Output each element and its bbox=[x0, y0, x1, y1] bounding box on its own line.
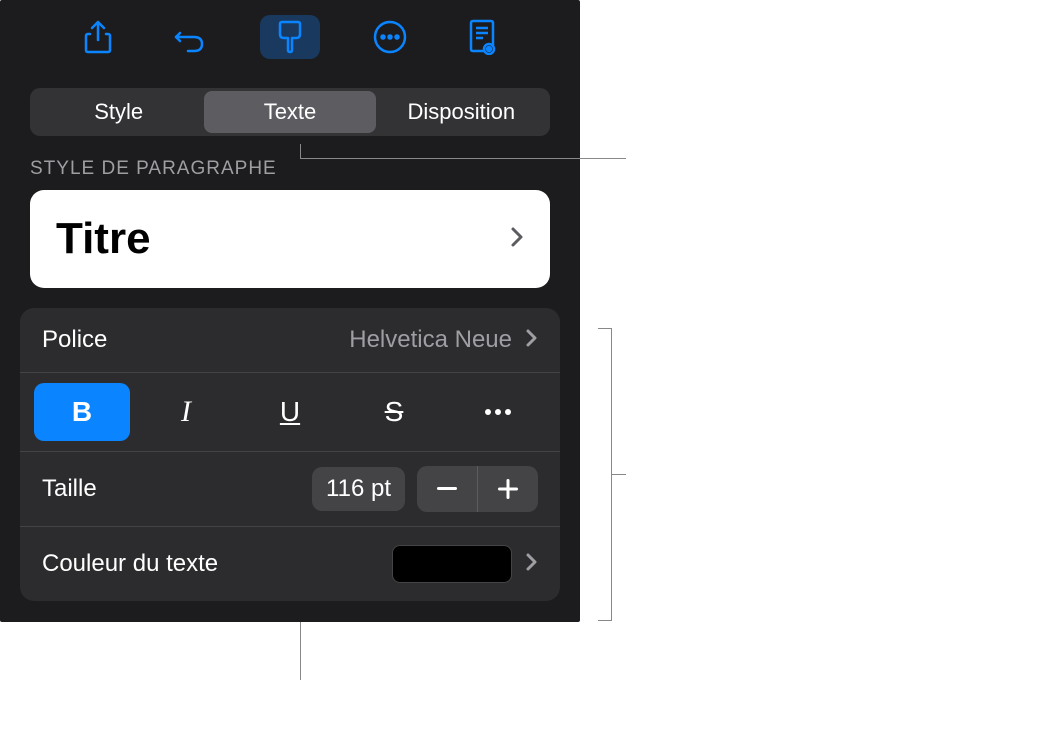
font-value: Helvetica Neue bbox=[349, 326, 512, 354]
callout-bracket bbox=[598, 328, 612, 621]
callout-line bbox=[300, 622, 301, 680]
tab-layout[interactable]: Disposition bbox=[376, 91, 547, 133]
font-label: Police bbox=[42, 326, 107, 354]
italic-label: I bbox=[181, 395, 191, 429]
text-color-row[interactable]: Couleur du texte bbox=[20, 527, 560, 601]
paragraph-style-selector[interactable]: Titre bbox=[30, 190, 550, 288]
undo-icon[interactable] bbox=[168, 15, 212, 59]
size-value[interactable]: 116 pt bbox=[312, 467, 405, 511]
text-color-label: Couleur du texte bbox=[42, 550, 218, 578]
paragraph-style-header: STYLE DE PARAGRAPHE bbox=[0, 144, 580, 190]
color-swatch[interactable] bbox=[392, 545, 512, 583]
bold-label: B bbox=[72, 396, 92, 428]
underline-button[interactable]: U bbox=[242, 383, 338, 441]
underline-label: U bbox=[280, 396, 300, 428]
toolbar bbox=[0, 0, 580, 74]
tab-style[interactable]: Style bbox=[33, 91, 204, 133]
format-brush-icon[interactable] bbox=[260, 15, 320, 59]
format-panel: Style Texte Disposition STYLE DE PARAGRA… bbox=[0, 0, 580, 622]
size-label: Taille bbox=[42, 475, 97, 503]
strikethrough-button[interactable]: S bbox=[346, 383, 442, 441]
text-settings-group: Police Helvetica Neue B I U S bbox=[20, 308, 560, 601]
font-row[interactable]: Police Helvetica Neue bbox=[20, 308, 560, 373]
bold-button[interactable]: B bbox=[34, 383, 130, 441]
paragraph-style-label: Titre bbox=[56, 214, 151, 264]
callout-line bbox=[612, 474, 626, 475]
document-view-icon[interactable] bbox=[460, 15, 504, 59]
callout-line bbox=[300, 158, 626, 159]
share-icon[interactable] bbox=[76, 15, 120, 59]
italic-button[interactable]: I bbox=[138, 383, 234, 441]
more-icon[interactable] bbox=[368, 15, 412, 59]
strikethrough-label: S bbox=[385, 396, 404, 428]
tab-text[interactable]: Texte bbox=[204, 91, 375, 133]
chevron-right-icon bbox=[526, 552, 538, 577]
format-buttons-row: B I U S bbox=[20, 373, 560, 452]
size-decrease-button[interactable] bbox=[417, 466, 477, 512]
callout-line bbox=[300, 144, 301, 158]
size-row: Taille 116 pt bbox=[20, 452, 560, 527]
chevron-right-icon bbox=[510, 226, 524, 253]
size-increase-button[interactable] bbox=[478, 466, 538, 512]
size-stepper bbox=[417, 466, 538, 512]
more-format-button[interactable] bbox=[450, 383, 546, 441]
format-tabs: Style Texte Disposition bbox=[30, 88, 550, 136]
chevron-right-icon bbox=[526, 328, 538, 353]
